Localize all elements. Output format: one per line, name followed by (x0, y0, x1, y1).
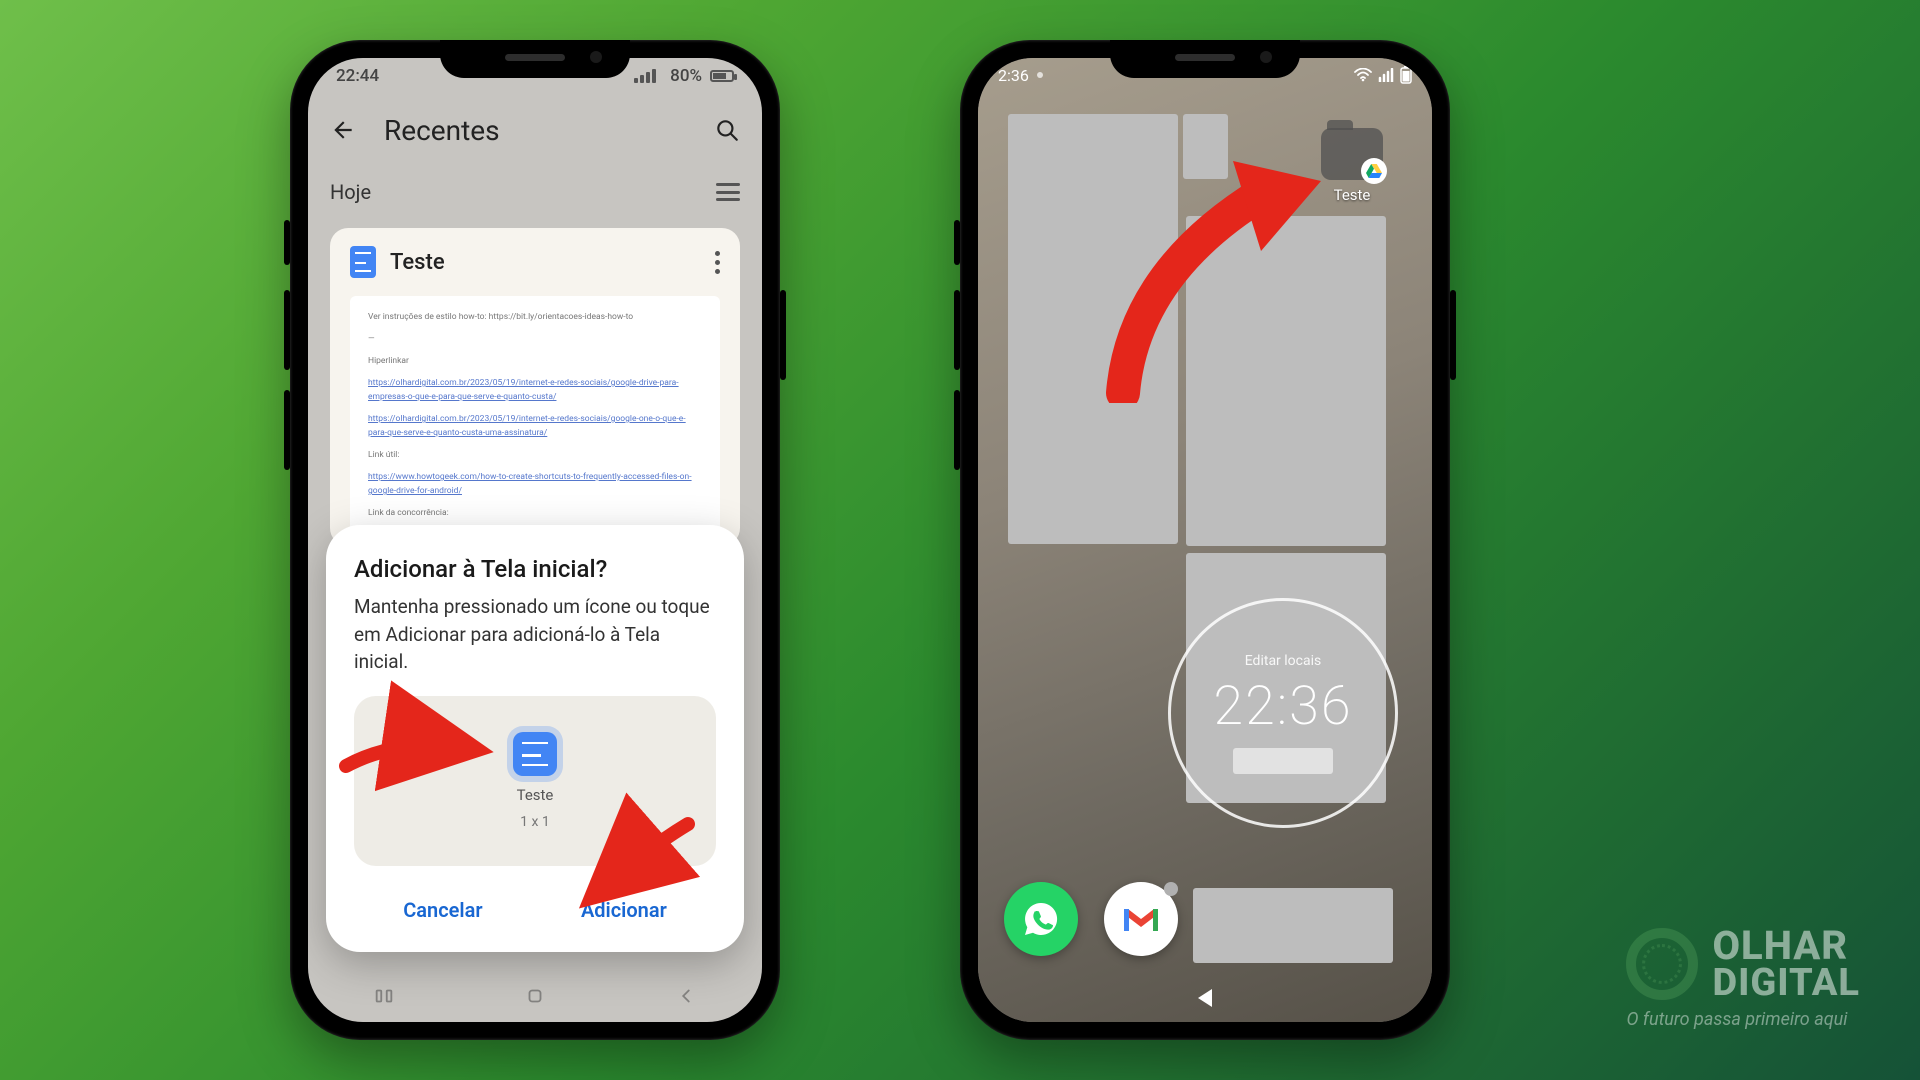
watermark-line2: DIGITAL (1712, 965, 1860, 1001)
google-drive-badge-icon (1361, 158, 1387, 184)
add-button[interactable]: Adicionar (567, 888, 681, 932)
back-icon[interactable] (330, 117, 356, 143)
phone-left: 22:44 80% Recentes (290, 40, 780, 1040)
section-label: Hoje (330, 180, 371, 204)
document-preview: Ver instruções de estilo how-to: https:/… (350, 296, 720, 546)
status-battery: 80% (670, 66, 702, 86)
nav-back-icon[interactable] (675, 985, 697, 1007)
nav-back-icon[interactable] (1198, 989, 1212, 1007)
document-name: Teste (390, 250, 445, 275)
watermark-line1: OLHAR (1712, 927, 1860, 965)
nav-home-icon[interactable] (524, 985, 546, 1007)
notification-dot-icon (1037, 72, 1043, 78)
add-to-home-dialog: Adicionar à Tela inicial? Mantenha press… (326, 525, 744, 952)
watermark-tagline: O futuro passa primeiro aqui (1626, 1009, 1860, 1030)
dialog-body: Mantenha pressionado um ícone ou toque e… (354, 593, 716, 676)
status-time: 22:44 (336, 66, 379, 86)
shortcut-size: 1 x 1 (520, 814, 550, 830)
widget-time: 22:36 (1213, 675, 1352, 738)
shortcut-preview[interactable]: Teste 1 x 1 (354, 696, 716, 866)
widget-edit-label: Editar locais (1245, 653, 1322, 669)
document-card[interactable]: Teste Ver instruções de estilo how-to: h… (330, 228, 740, 546)
dialog-title: Adicionar à Tela inicial? (354, 555, 716, 583)
android-nav-bar (308, 970, 762, 1022)
home-dock (1004, 882, 1178, 956)
android-nav-bar (978, 974, 1432, 1022)
redaction-block (1193, 888, 1393, 963)
google-docs-icon (350, 246, 376, 278)
section-header: Hoje (308, 180, 762, 204)
nav-recents-icon[interactable] (373, 985, 395, 1007)
cancel-button[interactable]: Cancelar (389, 888, 496, 932)
page-title: Recentes (384, 114, 500, 147)
watermark: OLHAR DIGITAL O futuro passa primeiro aq… (1626, 927, 1860, 1030)
battery-icon (1400, 66, 1412, 84)
shortcut-docs-icon (513, 732, 557, 776)
widget-placeholder (1233, 748, 1333, 774)
clock-widget[interactable]: Editar locais 22:36 (1168, 598, 1398, 828)
shortcut-name: Teste (517, 786, 554, 804)
more-icon[interactable] (715, 251, 720, 274)
app-whatsapp[interactable] (1004, 882, 1078, 956)
signal-icon (1378, 68, 1394, 82)
annotation-arrow-to-shortcut (1083, 143, 1343, 403)
status-time: 2:36 (998, 66, 1029, 85)
signal-icon (634, 69, 656, 83)
notification-badge (1164, 882, 1178, 896)
wifi-icon (1354, 68, 1372, 82)
phone-right: 2:36 Teste (960, 40, 1450, 1040)
search-icon[interactable] (714, 117, 740, 143)
app-bar: Recentes (308, 94, 762, 166)
battery-icon (710, 70, 734, 82)
app-gmail[interactable] (1104, 882, 1178, 956)
view-list-icon[interactable] (716, 183, 740, 201)
watermark-logo-icon (1626, 928, 1698, 1000)
